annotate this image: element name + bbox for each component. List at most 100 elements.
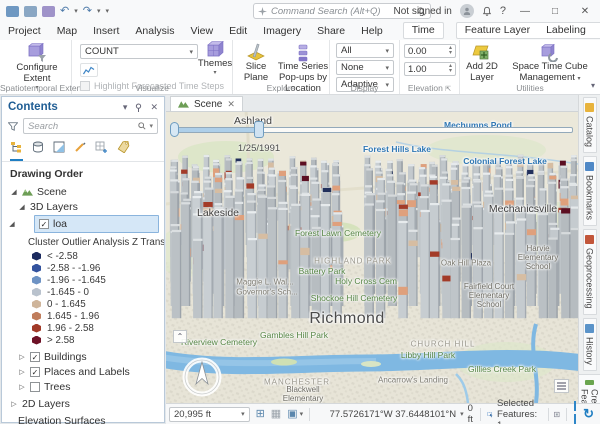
- ribbon-tab-bar: ProjectMapInsertAnalysisViewEditImageryS…: [0, 22, 600, 40]
- tab-feature-layer[interactable]: Feature Layer: [457, 23, 538, 38]
- filter-icon[interactable]: [8, 122, 18, 131]
- help-icon[interactable]: ?: [500, 5, 506, 17]
- add-data-icon[interactable]: [42, 6, 55, 17]
- pin-icon[interactable]: [134, 103, 143, 112]
- pane-menu-icon[interactable]: ▾: [123, 102, 128, 113]
- redo-dropdown-icon[interactable]: ▾: [97, 7, 101, 15]
- time-slider-start-handle[interactable]: [170, 122, 179, 137]
- close-view-icon[interactable]: ✕: [227, 99, 235, 110]
- menu-tab-insert[interactable]: Insert: [85, 23, 127, 40]
- time-series-chart-button[interactable]: [80, 63, 98, 77]
- contents-pane: Contents ▾ ✕ Search ▾: [1, 96, 165, 423]
- overlay-expand-icon[interactable]: ⌃: [173, 330, 187, 343]
- display-none-dropdown[interactable]: None▾: [336, 60, 394, 75]
- snapping-toggle-icon[interactable]: ⊞: [256, 409, 265, 420]
- places-checkbox[interactable]: [30, 367, 40, 377]
- tree-item-loa[interactable]: ◢ loa: [2, 214, 164, 234]
- refresh-icon[interactable]: ↻: [583, 406, 594, 422]
- close-pane-icon[interactable]: ✕: [150, 102, 158, 113]
- slice-plane-button[interactable]: Slice Plane: [237, 43, 275, 84]
- legend-symbol-icon: [32, 264, 41, 273]
- tree-item-3d-layers[interactable]: ◢ 3D Layers: [2, 199, 164, 214]
- notifications-icon[interactable]: [482, 6, 492, 17]
- tab-selection[interactable]: [53, 141, 65, 161]
- variable-dropdown[interactable]: COUNT▾: [80, 44, 198, 59]
- menu-tab-view[interactable]: View: [183, 23, 222, 40]
- pause-drawing-icon[interactable]: [573, 401, 578, 424]
- stc-management-button[interactable]: Space Time Cube Management ▾: [504, 43, 596, 84]
- tab-drawing-order[interactable]: [10, 141, 23, 161]
- qat-customize-icon[interactable]: ▾: [105, 7, 109, 15]
- maximize-button[interactable]: □: [544, 1, 566, 21]
- selected-features-count[interactable]: Selected Features: 1: [497, 398, 542, 424]
- dock-tab-geoprocessing[interactable]: Geoprocessing: [583, 229, 597, 315]
- scene-view-tab[interactable]: Scene ✕: [170, 96, 243, 111]
- sign-in-status[interactable]: Not signed in: [394, 6, 452, 17]
- select-extent-icon[interactable]: [554, 409, 560, 420]
- tree-item-trees[interactable]: ▷ Trees: [2, 379, 164, 394]
- tree-item-buildings[interactable]: ▷ Buildings: [2, 349, 164, 364]
- map-scale-dropdown[interactable]: 20,995 ft▾: [169, 407, 250, 422]
- dock-tab-history[interactable]: History: [583, 318, 597, 371]
- themes-button[interactable]: Themes ▾: [198, 40, 232, 77]
- undo-dropdown-icon[interactable]: ▾: [74, 7, 78, 15]
- grid-toggle-icon[interactable]: ▦: [271, 409, 281, 420]
- collapse-ribbon-icon[interactable]: ▾: [591, 81, 595, 90]
- chevron-down-icon[interactable]: ▾: [460, 410, 464, 418]
- map-canvas[interactable]: AshlandMechumps PondForest Hills LakeCol…: [166, 112, 578, 403]
- elevation-exaggeration-spinner[interactable]: 1.00▴▾: [404, 62, 456, 76]
- loa-checkbox[interactable]: [39, 219, 49, 229]
- tree-item-scene[interactable]: ◢ Scene: [2, 184, 164, 199]
- trees-checkbox[interactable]: [30, 382, 40, 392]
- dock-tab-catalog[interactable]: Catalog: [583, 97, 597, 153]
- collapsed-icon[interactable]: ▷: [18, 383, 26, 391]
- attribution-icon[interactable]: [554, 379, 569, 393]
- close-button[interactable]: ✕: [574, 1, 596, 21]
- tab-labeling[interactable]: [117, 141, 130, 161]
- dialog-launcher-icon[interactable]: ⇱: [445, 86, 451, 93]
- tree-item-elevation-surfaces[interactable]: Elevation Surfaces: [2, 413, 164, 424]
- avatar[interactable]: [460, 4, 474, 18]
- compass-navigator[interactable]: [180, 355, 224, 399]
- legend-symbol-icon: [32, 324, 41, 333]
- menu-tab-edit[interactable]: Edit: [221, 23, 255, 40]
- chevron-down-icon[interactable]: ▾: [300, 410, 304, 418]
- menu-tab-map[interactable]: Map: [49, 23, 85, 40]
- add-2d-layer-button[interactable]: Add 2D Layer: [462, 43, 502, 84]
- tab-labeling[interactable]: Labeling: [538, 23, 594, 38]
- open-project-icon[interactable]: [6, 6, 19, 17]
- buildings-checkbox[interactable]: [30, 352, 40, 362]
- display-all-dropdown[interactable]: All▾: [336, 43, 394, 58]
- contents-search-input[interactable]: Search ▾: [23, 118, 158, 134]
- tab-data[interactable]: Data: [594, 23, 600, 38]
- selection-tool-icon[interactable]: ▣: [287, 409, 297, 420]
- tab-data-sources[interactable]: [32, 141, 44, 161]
- redo-icon[interactable]: ↷: [83, 6, 92, 17]
- menu-tab-analysis[interactable]: Analysis: [127, 23, 182, 40]
- expanded-icon[interactable]: ◢: [8, 220, 16, 228]
- elevation-base-spinner[interactable]: 0.00▴▾: [404, 44, 456, 58]
- coordinates-readout[interactable]: 77.5726171°W 37.6448101°N: [330, 409, 456, 420]
- main-area: Contents ▾ ✕ Search ▾: [0, 95, 600, 424]
- menu-tab-help[interactable]: Help: [353, 23, 391, 40]
- collapsed-icon[interactable]: ▷: [10, 400, 18, 408]
- tab-snapping[interactable]: [95, 141, 108, 161]
- menu-tab-project[interactable]: Project: [0, 23, 49, 40]
- expanded-icon[interactable]: ◢: [10, 188, 18, 196]
- menu-tab-imagery[interactable]: Imagery: [255, 23, 309, 40]
- time-slider-fill: [175, 128, 258, 132]
- collapsed-icon[interactable]: ▷: [18, 353, 26, 361]
- menu-tab-share[interactable]: Share: [309, 23, 353, 40]
- minimize-button[interactable]: —: [514, 1, 536, 21]
- tree-item-2d-layers[interactable]: ▷ 2D Layers: [2, 396, 164, 411]
- legend-symbol-icon: [32, 312, 41, 321]
- collapsed-icon[interactable]: ▷: [18, 368, 26, 376]
- undo-icon[interactable]: ↶: [60, 6, 69, 17]
- dock-tab-bookmarks[interactable]: Bookmarks: [583, 156, 597, 226]
- tab-editing[interactable]: [74, 141, 86, 161]
- tab-time[interactable]: Time: [403, 22, 444, 39]
- save-project-icon[interactable]: [24, 6, 37, 17]
- time-slider-current-handle[interactable]: [254, 121, 264, 138]
- tree-item-places-labels[interactable]: ▷ Places and Labels: [2, 364, 164, 379]
- expanded-icon[interactable]: ◢: [18, 203, 26, 211]
